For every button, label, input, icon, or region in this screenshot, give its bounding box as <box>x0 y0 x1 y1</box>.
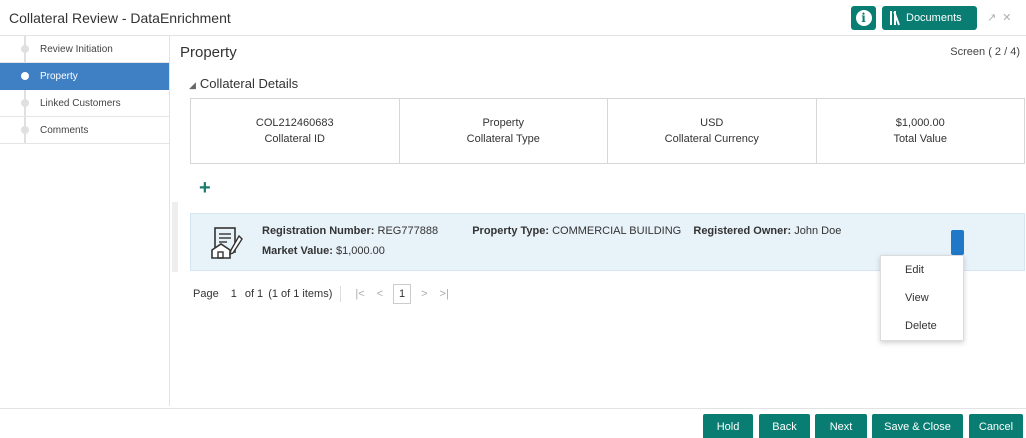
footer-bar: Hold Back Next Save & Close Cancel <box>0 408 1026 438</box>
section-header-collateral-details[interactable]: ◢ Collateral Details <box>189 76 298 91</box>
summary-label: Collateral Type <box>466 133 540 145</box>
record-line-1: Registration Number: REG777888 Property … <box>262 225 841 237</box>
section-title: Collateral Details <box>199 76 299 91</box>
record-context-menu: Edit View Delete <box>880 255 964 341</box>
window-controls[interactable]: ↗✕ <box>987 11 1017 24</box>
registration-number-label: Registration Number: <box>262 225 375 237</box>
menu-item-view[interactable]: View <box>881 284 963 312</box>
next-button[interactable]: Next <box>815 414 867 438</box>
last-page-icon[interactable]: >| <box>440 288 449 300</box>
sidebar-item-review-initiation[interactable]: Review Initiation <box>0 36 169 63</box>
summary-value: $1,000.00 <box>895 117 945 129</box>
registration-number-value: REG777888 <box>377 225 439 237</box>
pager-divider <box>340 286 342 302</box>
page-title: Property <box>180 44 237 61</box>
record-actions-kebab-icon[interactable] <box>951 230 964 255</box>
sidebar-item-linked-customers[interactable]: Linked Customers <box>0 90 169 117</box>
library-icon <box>890 11 900 26</box>
close-icon[interactable]: ✕ <box>1002 12 1017 24</box>
registered-owner-label: Registered Owner: <box>693 225 792 237</box>
step-dot-icon <box>21 45 29 53</box>
documents-button[interactable]: Documents <box>882 6 977 30</box>
prev-page-icon[interactable]: < <box>377 288 383 300</box>
sidebar-item-label: Comments <box>40 124 89 136</box>
pagination: Page 1 of 1 (1 of 1 items) |< < 1 > >| <box>193 281 455 307</box>
property-document-icon <box>211 227 243 259</box>
summary-label: Collateral Currency <box>664 133 759 145</box>
window-titlebar: Collateral Review - DataEnrichment i Doc… <box>0 0 1026 36</box>
step-dot-icon <box>21 72 29 80</box>
first-page-icon[interactable]: |< <box>355 288 364 300</box>
property-type-label: Property Type: <box>472 225 550 237</box>
sidebar-item-label: Linked Customers <box>40 97 121 109</box>
sidebar-item-comments[interactable]: Comments <box>0 117 169 144</box>
add-property-button[interactable]: + <box>199 178 211 198</box>
page-of-text: of 1 <box>244 288 264 300</box>
documents-label: Documents <box>906 12 962 24</box>
collapse-triangle-icon[interactable]: ◢ <box>189 80 196 90</box>
sidebar-collapse-handle[interactable] <box>172 202 178 272</box>
summary-value: Property <box>482 117 525 129</box>
menu-item-delete[interactable]: Delete <box>881 312 963 340</box>
current-page-button[interactable]: 1 <box>393 284 412 304</box>
summary-collateral-currency: USD Collateral Currency <box>608 99 817 163</box>
sidebar-item-label: Review Initiation <box>40 43 113 55</box>
step-dot-icon <box>21 126 29 134</box>
summary-collateral-id: COL212460683 Collateral ID <box>191 99 400 163</box>
resize-icon[interactable]: ↗ <box>987 12 1002 24</box>
record-line-2: Market Value: $1,000.00 <box>262 245 385 257</box>
market-value-label: Market Value: <box>262 245 333 257</box>
summary-total-value: $1,000.00 Total Value <box>817 99 1025 163</box>
sidebar: Review Initiation Property Linked Custom… <box>0 36 170 406</box>
registered-owner-value: John Doe <box>794 225 842 237</box>
hold-button[interactable]: Hold <box>703 414 753 438</box>
screen-indicator: Screen ( 2 / 4) <box>950 46 1020 58</box>
menu-item-edit[interactable]: Edit <box>881 256 963 284</box>
sidebar-item-property[interactable]: Property <box>0 63 169 90</box>
next-page-icon[interactable]: > <box>421 288 427 300</box>
property-type-value: COMMERCIAL BUILDING <box>552 225 682 237</box>
summary-value: COL212460683 <box>255 117 334 129</box>
sidebar-item-label: Property <box>40 70 78 82</box>
market-value-value: $1,000.00 <box>335 245 385 257</box>
summary-label: Collateral ID <box>264 133 326 145</box>
save-close-button[interactable]: Save & Close <box>872 414 963 438</box>
info-button[interactable]: i <box>851 6 876 30</box>
summary-label: Total Value <box>893 133 948 145</box>
summary-collateral-type: Property Collateral Type <box>400 99 608 163</box>
summary-value: USD <box>700 117 724 129</box>
back-button[interactable]: Back <box>759 414 810 438</box>
page-number: 1 <box>230 288 237 300</box>
step-dot-icon <box>21 99 29 107</box>
window-title: Collateral Review - DataEnrichment <box>9 10 231 26</box>
plus-icon: + <box>199 177 211 199</box>
collateral-summary: COL212460683 Collateral ID Property Coll… <box>190 98 1025 164</box>
page-label: Page <box>193 288 219 300</box>
page-items-text: (1 of 1 items) <box>268 288 333 300</box>
info-icon: i <box>855 10 872 26</box>
cancel-button[interactable]: Cancel <box>969 414 1023 438</box>
